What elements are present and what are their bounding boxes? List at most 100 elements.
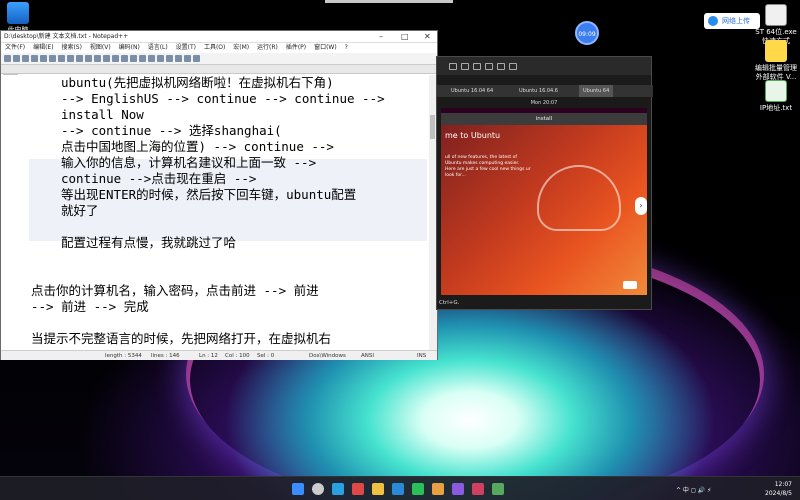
zoom-in-icon[interactable]: [121, 55, 128, 62]
status-lines: lines : 146: [151, 353, 180, 359]
wrap-icon[interactable]: [148, 55, 155, 62]
menu-edit[interactable]: 编辑(E): [33, 44, 53, 51]
record-icon[interactable]: [166, 55, 173, 62]
status-mode: INS: [417, 353, 427, 359]
clock[interactable]: 12:07 2024/8/5: [765, 480, 792, 498]
vm-tab-1[interactable]: Ubuntu 16.04 64: [451, 85, 493, 97]
desktop-icon-ip-file[interactable]: IP地址.txt: [752, 80, 800, 113]
menu-language[interactable]: 语言(L): [148, 44, 168, 51]
vm-fullscreen-icon[interactable]: [449, 62, 457, 70]
vm-tab-2[interactable]: Ubuntu 16.04.6: [519, 85, 558, 97]
text-file-icon: [765, 80, 787, 102]
vmware-icon[interactable]: [472, 483, 484, 495]
app-icon-orange[interactable]: [432, 483, 444, 495]
vm-screen[interactable]: Mon 20:07 install me to Ubuntu ull of ne…: [441, 99, 647, 295]
time-bubble[interactable]: 09:09: [575, 21, 599, 45]
status-encoding: ANSI: [361, 353, 374, 359]
status-col: Col : 100: [225, 353, 250, 359]
editor-line: 点击你的计算机名，输入密码，点击前进 --> 前进: [31, 283, 319, 298]
find-icon[interactable]: [103, 55, 110, 62]
scroll-thumb[interactable]: [430, 115, 435, 139]
menu-encoding[interactable]: 编码(N): [119, 44, 140, 51]
undo-icon[interactable]: [85, 55, 92, 62]
indent-guide-icon[interactable]: [157, 55, 164, 62]
close-icon[interactable]: ✕: [424, 31, 431, 43]
minimize-icon[interactable]: –: [379, 31, 383, 43]
copy-icon[interactable]: [67, 55, 74, 62]
vm-status-bar: Ctrl+G.: [437, 297, 651, 309]
vm-console-icon[interactable]: [485, 62, 493, 70]
vm-view-icon[interactable]: [509, 62, 517, 70]
status-bar: length : 5344 lines : 146 Ln : 12 Col : …: [1, 350, 437, 360]
upload-button[interactable]: 网络上传: [704, 13, 760, 29]
clock-time: 12:07: [774, 481, 792, 488]
ubuntu-topbar: Mon 20:07: [441, 99, 647, 108]
status-ln: Ln : 12: [199, 353, 218, 359]
stop-icon[interactable]: [175, 55, 182, 62]
menu-run[interactable]: 运行(R): [257, 44, 278, 51]
menu-macro[interactable]: 宏(M): [233, 44, 249, 51]
app-icon-blue[interactable]: [392, 483, 404, 495]
welcome-description: ull of new features, the latest of Ubunt…: [445, 155, 531, 178]
menu-file[interactable]: 文件(F): [5, 44, 25, 51]
folder-icon: [765, 40, 787, 62]
search-icon[interactable]: [312, 483, 324, 495]
editor-line: 输入你的信息，计算机名建议和上面一致 -->: [61, 155, 317, 170]
editor-line: 就好了: [61, 203, 99, 218]
editor-line: 配置过程有点慢，我就跳过了哈: [61, 235, 237, 250]
editor-line: --> EnglishUS --> continue --> continue …: [61, 91, 385, 106]
menu-window[interactable]: 窗口(W): [314, 44, 337, 51]
vm-toolbar: [437, 57, 651, 75]
installer-title: install: [441, 113, 647, 125]
replace-icon[interactable]: [112, 55, 119, 62]
top-drag-bar[interactable]: [325, 0, 453, 3]
print-icon[interactable]: [49, 55, 56, 62]
status-length: length : 5344: [105, 353, 142, 359]
notepad-titlebar: D:\desktop\新建 文本文档.txt - Notepad++ – □ ✕: [1, 31, 437, 43]
editor-line: --> continue --> 选择shanghai(: [61, 123, 282, 138]
editor-line: install Now: [61, 107, 144, 122]
maximize-icon[interactable]: □: [401, 31, 409, 43]
vm-tab-active[interactable]: Ubuntu 64: [579, 85, 614, 97]
menu-help[interactable]: ?: [345, 44, 348, 51]
browser-icon[interactable]: [332, 483, 344, 495]
app-icon-red[interactable]: [352, 483, 364, 495]
system-tray[interactable]: ^ 中 ◻ 🔊 ⚡: [676, 485, 711, 494]
close-file-icon[interactable]: [40, 55, 47, 62]
ubuntu-installer: install me to Ubuntu ull of new features…: [441, 113, 647, 295]
status-eol: Dos\Windows: [309, 353, 346, 359]
save-all-icon[interactable]: [31, 55, 38, 62]
menu-view[interactable]: 视图(V): [90, 44, 111, 51]
welcome-heading: me to Ubuntu: [445, 131, 501, 140]
open-file-icon[interactable]: [13, 55, 20, 62]
start-icon[interactable]: [292, 483, 304, 495]
next-slide-button[interactable]: ›: [635, 197, 647, 215]
cut-icon[interactable]: [58, 55, 65, 62]
save-icon[interactable]: [22, 55, 29, 62]
sync-icon[interactable]: [139, 55, 146, 62]
slideshow-toggle[interactable]: [623, 281, 637, 289]
save-macro-icon[interactable]: [193, 55, 200, 62]
file-explorer-icon[interactable]: [372, 483, 384, 495]
editor-line: 等出现ENTER的时候，然后按下回车键，ubuntu配置: [61, 187, 357, 202]
wechat-icon[interactable]: [412, 483, 424, 495]
app-icon-purple[interactable]: [452, 483, 464, 495]
notepad-plus-icon[interactable]: [492, 483, 504, 495]
vm-terminal-icon[interactable]: [497, 62, 505, 70]
editor-line: continue -->点击现在重启 -->: [61, 171, 257, 186]
new-file-icon[interactable]: [4, 55, 11, 62]
editor-area[interactable]: ubuntu(先把虚拟机网络断啦！在虚拟机右下角) --> EnglishUS -…: [1, 75, 437, 350]
window-title: D:\desktop\新建 文本文档.txt - Notepad++: [4, 33, 129, 40]
editor-line: ubuntu(先把虚拟机网络断啦！在虚拟机右下角): [61, 75, 334, 90]
paste-icon[interactable]: [76, 55, 83, 62]
play-icon[interactable]: [184, 55, 191, 62]
menu-settings[interactable]: 设置(T): [176, 44, 196, 51]
menu-search[interactable]: 搜索(S): [61, 44, 82, 51]
menu-plugins[interactable]: 插件(P): [286, 44, 306, 51]
vm-snapshot-icon[interactable]: [473, 62, 481, 70]
menu-tools[interactable]: 工具(O): [204, 44, 225, 51]
desktop-icon-tool[interactable]: 编辑批量管理 外部软件 V...: [752, 40, 800, 82]
redo-icon[interactable]: [94, 55, 101, 62]
vm-unity-icon[interactable]: [461, 62, 469, 70]
zoom-out-icon[interactable]: [130, 55, 137, 62]
